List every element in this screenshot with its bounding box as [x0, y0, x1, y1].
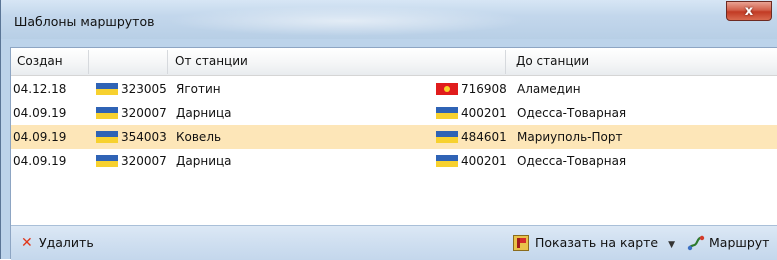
chevron-down-icon[interactable]: ▼	[668, 240, 675, 250]
routes-grid: Создан От станции До станции 04.12.18 323…	[10, 47, 777, 260]
to-station-code: 484601	[461, 130, 507, 144]
route-button[interactable]: Маршрут	[687, 234, 769, 252]
delete-button[interactable]: ✕ Удалить	[21, 234, 94, 252]
from-station-code: 354003	[121, 130, 167, 144]
to-station-name: Мариуполь-Порт	[517, 130, 623, 144]
column-header-to[interactable]: До станции	[516, 48, 589, 75]
column-header-from[interactable]: От станции	[175, 48, 248, 75]
flag-ukraine-icon	[436, 107, 458, 119]
route-icon	[687, 235, 705, 251]
close-button[interactable]: x	[726, 1, 772, 21]
to-station-name: Аламедин	[517, 82, 581, 96]
show-on-map-button[interactable]: Показать на карте ▼	[513, 234, 675, 252]
flag-ukraine-icon	[96, 83, 118, 95]
table-row[interactable]: 04.09.19 320007 Дарница 400201 Одесса-Товарн…	[11, 149, 777, 173]
flag-ukraine-icon	[96, 131, 118, 143]
from-station-code: 320007	[121, 154, 167, 168]
route-label: Маршрут	[709, 235, 770, 250]
title-glow	[166, 6, 526, 36]
delete-label: Удалить	[39, 235, 94, 250]
title-bar[interactable]: Шаблоны маршрутов x	[1, 0, 777, 39]
from-station-code: 323005	[121, 82, 167, 96]
from-station-name: Дарница	[176, 106, 232, 120]
bottom-toolbar: ✕ Удалить Показать на карте ▼ Маршрут	[11, 225, 777, 260]
column-divider[interactable]	[167, 50, 168, 74]
column-divider[interactable]	[505, 50, 506, 74]
created-date: 04.09.19	[13, 154, 67, 168]
table-row[interactable]: 04.09.19 354003 Ковель 484601 Мариуполь-Порт	[11, 125, 777, 149]
to-station-name: Одесса-Товарная	[517, 154, 627, 168]
to-station-code: 716908	[461, 82, 507, 96]
table-row[interactable]: 04.12.18 323005 Яготин 716908 Аламедин	[11, 77, 777, 101]
map-flag-icon	[513, 235, 529, 251]
created-date: 04.09.19	[13, 130, 67, 144]
from-station-code: 320007	[121, 106, 167, 120]
table-row[interactable]: 04.09.19 320007 Дарница 400201 Одесса-Товарн…	[11, 101, 777, 125]
templates-window: Шаблоны маршрутов x Создан От станции До…	[0, 0, 777, 260]
from-station-name: Дарница	[176, 154, 232, 168]
window-title: Шаблоны маршрутов	[14, 14, 155, 29]
from-station-name: Яготин	[176, 82, 221, 96]
to-station-code: 400201	[461, 154, 507, 168]
flag-kyrgyzstan-icon	[436, 83, 458, 95]
to-station-name: Одесса-Товарная	[517, 106, 627, 120]
column-divider[interactable]	[88, 50, 89, 74]
flag-ukraine-icon	[436, 131, 458, 143]
flag-ukraine-icon	[96, 107, 118, 119]
created-date: 04.09.19	[13, 106, 67, 120]
created-date: 04.12.18	[13, 82, 67, 96]
show-on-map-label: Показать на карте	[535, 235, 659, 250]
to-station-code: 400201	[461, 106, 507, 120]
grid-header: Создан От станции До станции	[11, 48, 777, 76]
close-icon: x	[744, 3, 754, 19]
flag-ukraine-icon	[96, 155, 118, 167]
column-header-created[interactable]: Создан	[17, 48, 63, 75]
from-station-name: Ковель	[176, 130, 222, 144]
flag-ukraine-icon	[436, 155, 458, 167]
delete-x-icon: ✕	[21, 235, 33, 251]
